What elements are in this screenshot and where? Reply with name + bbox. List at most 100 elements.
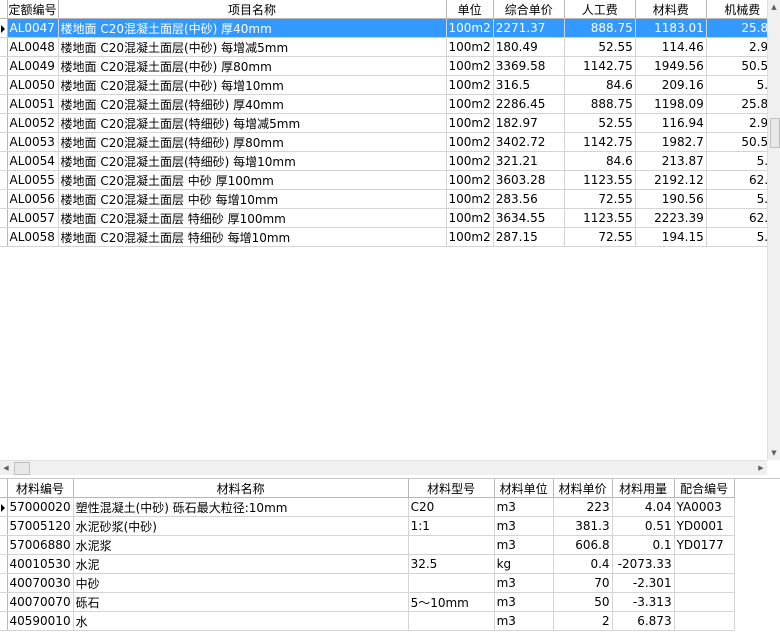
- table-cell[interactable]: 1142.75: [564, 56, 636, 76]
- table-cell[interactable]: C20: [408, 497, 495, 517]
- scroll-thumb[interactable]: [14, 462, 30, 475]
- table-cell[interactable]: 52.55: [564, 113, 636, 133]
- material-row[interactable]: 40010530 水泥 32.5 kg 0.4 -2073.33: [0, 554, 735, 574]
- table-cell[interactable]: 116.94: [635, 113, 707, 133]
- table-cell[interactable]: YD0001: [674, 516, 735, 536]
- quota-row[interactable]: AL0051 楼地面 C20混凝土面层(特细砂) 厚40mm 100m2 2286.4…: [0, 94, 779, 114]
- row-indicator[interactable]: [0, 208, 8, 228]
- table-cell[interactable]: 水泥浆: [73, 535, 409, 555]
- table-cell[interactable]: 2223.39: [635, 208, 707, 228]
- row-indicator[interactable]: [0, 151, 8, 171]
- table-cell[interactable]: 楼地面 C20混凝土面层 特细砂 厚100mm: [58, 208, 447, 228]
- row-indicator[interactable]: [0, 56, 8, 76]
- table-cell[interactable]: 1123.55: [564, 170, 636, 190]
- row-indicator[interactable]: [0, 573, 8, 593]
- table-cell[interactable]: 40070030: [7, 573, 74, 593]
- table-cell[interactable]: 100m2: [446, 132, 494, 152]
- row-indicator[interactable]: [0, 611, 8, 631]
- table-cell[interactable]: 楼地面 C20混凝土面层(中砂) 每增减5mm: [58, 37, 447, 57]
- table-cell[interactable]: AL0052: [7, 113, 59, 133]
- row-indicator[interactable]: [0, 37, 8, 57]
- table-cell[interactable]: AL0054: [7, 151, 59, 171]
- scroll-thumb[interactable]: [770, 118, 780, 148]
- table-cell[interactable]: 楼地面 C20混凝土面层 中砂 每增10mm: [58, 189, 447, 209]
- row-indicator[interactable]: [0, 189, 8, 209]
- material-row[interactable]: 40070070 砾石 5～10mm m3 50 -3.313: [0, 592, 735, 612]
- table-cell[interactable]: 57006880: [7, 535, 74, 555]
- table-cell[interactable]: AL0058: [7, 227, 59, 247]
- row-indicator[interactable]: [0, 535, 8, 555]
- col-header-material-price[interactable]: 材料单价: [553, 479, 613, 498]
- table-cell[interactable]: 381.3: [553, 516, 613, 536]
- table-cell[interactable]: AL0047: [7, 18, 59, 38]
- table-cell[interactable]: 中砂: [73, 573, 409, 593]
- table-cell[interactable]: 190.56: [635, 189, 707, 209]
- material-row[interactable]: 57006880 水泥浆 m3 606.8 0.1 YD0177: [0, 535, 735, 555]
- table-cell[interactable]: 楼地面 C20混凝土面层 特细砂 每增10mm: [58, 227, 447, 247]
- table-cell[interactable]: 100m2: [446, 189, 494, 209]
- scroll-left-icon[interactable]: ◀: [0, 461, 12, 475]
- table-cell[interactable]: 100m2: [446, 37, 494, 57]
- table-cell[interactable]: 182.97: [493, 113, 565, 133]
- table-cell[interactable]: AL0055: [7, 170, 59, 190]
- table-cell[interactable]: 0.1: [612, 535, 675, 555]
- table-cell[interactable]: 1123.55: [564, 208, 636, 228]
- table-cell[interactable]: 114.46: [635, 37, 707, 57]
- table-cell[interactable]: 100m2: [446, 113, 494, 133]
- row-indicator[interactable]: [0, 18, 8, 38]
- table-cell[interactable]: 2: [553, 611, 613, 631]
- table-cell[interactable]: 321.21: [493, 151, 565, 171]
- quota-row[interactable]: AL0047 楼地面 C20混凝土面层(中砂) 厚40mm 100m2 2271.37…: [0, 18, 779, 38]
- table-cell[interactable]: 316.5: [493, 75, 565, 95]
- material-row[interactable]: 40070030 中砂 m3 70 -2.301: [0, 573, 735, 593]
- table-cell[interactable]: 1949.56: [635, 56, 707, 76]
- table-cell[interactable]: 6.873: [612, 611, 675, 631]
- col-header-unit-price[interactable]: 综合单价: [493, 0, 565, 19]
- table-cell[interactable]: 100m2: [446, 75, 494, 95]
- col-header-labor-cost[interactable]: 人工费: [564, 0, 636, 19]
- table-cell[interactable]: [674, 592, 735, 612]
- table-cell[interactable]: 1982.7: [635, 132, 707, 152]
- material-row[interactable]: 57005120 水泥砂浆(中砂) 1:1 m3 381.3 0.51 YD0001: [0, 516, 735, 536]
- table-cell[interactable]: AL0051: [7, 94, 59, 114]
- table-cell[interactable]: 3402.72: [493, 132, 565, 152]
- table-cell[interactable]: 100m2: [446, 56, 494, 76]
- quota-row[interactable]: AL0053 楼地面 C20混凝土面层(特细砂) 厚80mm 100m2 3402.7…: [0, 132, 779, 152]
- table-cell[interactable]: 楼地面 C20混凝土面层(特细砂) 每增10mm: [58, 151, 447, 171]
- table-cell[interactable]: 砾石: [73, 592, 409, 612]
- table-cell[interactable]: 40010530: [7, 554, 74, 574]
- scroll-down-icon[interactable]: ▼: [768, 446, 780, 460]
- table-cell[interactable]: [674, 554, 735, 574]
- quota-row[interactable]: AL0048 楼地面 C20混凝土面层(中砂) 每增减5mm 100m2 180.49…: [0, 37, 779, 57]
- quota-row[interactable]: AL0049 楼地面 C20混凝土面层(中砂) 厚80mm 100m2 3369.58…: [0, 56, 779, 76]
- row-indicator[interactable]: [0, 94, 8, 114]
- quota-row[interactable]: AL0052 楼地面 C20混凝土面层(特细砂) 每增减5mm 100m2 182.9…: [0, 113, 779, 133]
- scroll-up-icon[interactable]: ▲: [768, 0, 780, 14]
- table-cell[interactable]: 72.55: [564, 227, 636, 247]
- quota-horizontal-scrollbar[interactable]: ◀ ▶: [0, 460, 767, 475]
- table-cell[interactable]: 楼地面 C20混凝土面层 中砂 厚100mm: [58, 170, 447, 190]
- table-cell[interactable]: 72.55: [564, 189, 636, 209]
- table-cell[interactable]: 213.87: [635, 151, 707, 171]
- table-cell[interactable]: 楼地面 C20混凝土面层(中砂) 厚40mm: [58, 18, 447, 38]
- table-cell[interactable]: 0.4: [553, 554, 613, 574]
- table-cell[interactable]: 2192.12: [635, 170, 707, 190]
- quota-row[interactable]: AL0058 楼地面 C20混凝土面层 特细砂 每增10mm 100m2 287.15…: [0, 227, 779, 247]
- table-cell[interactable]: 100m2: [446, 94, 494, 114]
- table-cell[interactable]: 3634.55: [493, 208, 565, 228]
- quota-row[interactable]: AL0056 楼地面 C20混凝土面层 中砂 每增10mm 100m2 283.56 7…: [0, 189, 779, 209]
- row-indicator[interactable]: [0, 497, 8, 517]
- table-cell[interactable]: 1198.09: [635, 94, 707, 114]
- table-cell[interactable]: AL0048: [7, 37, 59, 57]
- row-indicator[interactable]: [0, 554, 8, 574]
- table-cell[interactable]: 水泥砂浆(中砂): [73, 516, 409, 536]
- col-header-unit[interactable]: 单位: [446, 0, 494, 19]
- table-cell[interactable]: 水泥: [73, 554, 409, 574]
- table-cell[interactable]: YD0177: [674, 535, 735, 555]
- table-cell[interactable]: 楼地面 C20混凝土面层(特细砂) 每增减5mm: [58, 113, 447, 133]
- table-cell[interactable]: 楼地面 C20混凝土面层(中砂) 厚80mm: [58, 56, 447, 76]
- table-cell[interactable]: 水: [73, 611, 409, 631]
- table-cell[interactable]: 57005120: [7, 516, 74, 536]
- col-header-material-model[interactable]: 材料型号: [408, 479, 495, 498]
- col-header-material-cost[interactable]: 材料费: [635, 0, 707, 19]
